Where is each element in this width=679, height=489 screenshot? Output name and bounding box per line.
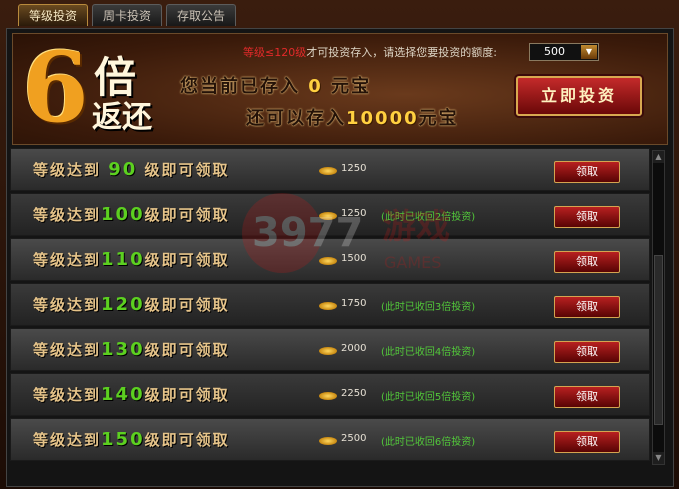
reward-amount: 2000: [341, 343, 367, 354]
reward-row: 等级达到110级即可领取 1500 领取: [10, 238, 650, 281]
scrollbar-thumb[interactable]: [654, 255, 663, 425]
condition-suffix: 级即可领取: [144, 206, 230, 224]
reward-row: 等级达到100级即可领取 1250 (此时已收回2倍投资) 领取: [10, 193, 650, 236]
tab-level-invest[interactable]: 等级投资: [18, 4, 89, 26]
remaining-line: 还可以存入10000元宝: [246, 104, 459, 130]
gold-ingot-icon: [319, 392, 337, 400]
condition-level: 110: [101, 249, 145, 270]
reward-amount: 1500: [341, 253, 367, 264]
multiplier-number: 6: [22, 31, 89, 144]
claim-button[interactable]: 领取: [554, 161, 620, 183]
condition-prefix: 等级达到: [33, 296, 102, 314]
reward-note: (此时已收回3倍投资): [381, 302, 476, 313]
reward-condition: 等级达到150级即可领取: [33, 429, 230, 450]
claim-button[interactable]: 领取: [554, 251, 620, 273]
remaining-unit: 元宝: [418, 108, 459, 129]
reward-condition: 等级达到100级即可领取: [33, 204, 230, 225]
deposited-label: 您当前已存入: [180, 76, 300, 97]
condition-level: 120: [101, 294, 145, 315]
claim-button[interactable]: 领取: [554, 206, 620, 228]
remaining-value: 10000: [346, 108, 419, 129]
reward-note: (此时已收回6倍投资): [381, 437, 476, 448]
gold-ingot-icon: [319, 302, 337, 310]
deposited-value: 0: [308, 76, 323, 97]
scroll-down-icon[interactable]: ▼: [653, 452, 664, 464]
condition-prefix: 等级达到: [33, 341, 102, 359]
reward-note: (此时已收回4倍投资): [381, 347, 476, 358]
amount-hint: 等级≤120级才可投资存入，请选择您要投资的额度:: [243, 44, 497, 60]
reward-note: (此时已收回5倍投资): [381, 392, 476, 403]
tab-deposit-notice[interactable]: 存取公告: [166, 4, 237, 26]
condition-prefix: 等级达到: [33, 161, 102, 179]
condition-prefix: 等级达到: [33, 386, 102, 404]
condition-suffix: 级即可领取: [144, 431, 230, 449]
condition-suffix: 级即可领取: [144, 341, 230, 359]
reward-amount: 2500: [341, 433, 367, 444]
remaining-label: 还可以存入: [246, 108, 346, 129]
reward-amount: 2250: [341, 388, 367, 399]
condition-prefix: 等级达到: [33, 431, 102, 449]
reward-condition: 等级达到130级即可领取: [33, 339, 230, 360]
reward-condition: 等级达到110级即可领取: [33, 249, 230, 270]
reward-row: 等级达到150级即可领取 2500 (此时已收回6倍投资) 领取: [10, 418, 650, 461]
condition-prefix: 等级达到: [33, 206, 102, 224]
condition-level: 140: [101, 384, 145, 405]
amount-select-value: 500: [544, 45, 565, 58]
condition-suffix: 级即可领取: [144, 251, 230, 269]
condition-level: 90: [108, 159, 138, 180]
gold-ingot-icon: [319, 437, 337, 445]
reward-condition: 等级达到 90 级即可领取: [33, 159, 230, 180]
reward-row: 等级达到120级即可领取 1750 (此时已收回3倍投资) 领取: [10, 283, 650, 326]
condition-level: 150: [101, 429, 145, 450]
reward-row: 等级达到 90 级即可领取 1250 领取: [10, 148, 650, 191]
reward-note: (此时已收回2倍投资): [381, 212, 476, 223]
scroll-up-icon[interactable]: ▲: [653, 151, 664, 163]
invest-now-button[interactable]: 立即投资: [516, 76, 642, 116]
condition-prefix: 等级达到: [33, 251, 102, 269]
tab-bar: 等级投资 周卡投资 存取公告: [18, 4, 237, 28]
deposited-line: 您当前已存入 0 元宝: [180, 72, 371, 98]
claim-button[interactable]: 领取: [554, 386, 620, 408]
reward-amount: 1250: [341, 163, 367, 174]
reward-row: 等级达到130级即可领取 2000 (此时已收回4倍投资) 领取: [10, 328, 650, 371]
reward-condition: 等级达到140级即可领取: [33, 384, 230, 405]
vertical-scrollbar[interactable]: ▲ ▼: [652, 150, 665, 465]
reward-amount: 1750: [341, 298, 367, 309]
condition-suffix: 级即可领取: [144, 386, 230, 404]
multiplier-return: 返还: [92, 100, 152, 135]
gold-ingot-icon: [319, 257, 337, 265]
condition-suffix: 级即可领取: [144, 161, 230, 179]
level-requirement: 等级≤120级: [243, 46, 307, 59]
claim-button[interactable]: 领取: [554, 431, 620, 453]
claim-button[interactable]: 领取: [554, 296, 620, 318]
reward-row: 等级达到140级即可领取 2250 (此时已收回5倍投资) 领取: [10, 373, 650, 416]
amount-select[interactable]: 500 ▼: [529, 43, 599, 61]
gold-ingot-icon: [319, 347, 337, 355]
deposited-unit: 元宝: [331, 76, 372, 97]
amount-hint-text: 才可投资存入，请选择您要投资的额度:: [306, 46, 497, 59]
reward-amount: 1250: [341, 208, 367, 219]
gold-ingot-icon: [319, 212, 337, 220]
condition-level: 130: [101, 339, 145, 360]
tab-weekly-card-invest[interactable]: 周卡投资: [92, 4, 163, 26]
gold-ingot-icon: [319, 167, 337, 175]
reward-condition: 等级达到120级即可领取: [33, 294, 230, 315]
claim-button[interactable]: 领取: [554, 341, 620, 363]
condition-level: 100: [101, 204, 145, 225]
condition-suffix: 级即可领取: [144, 296, 230, 314]
chevron-down-icon[interactable]: ▼: [581, 45, 597, 59]
